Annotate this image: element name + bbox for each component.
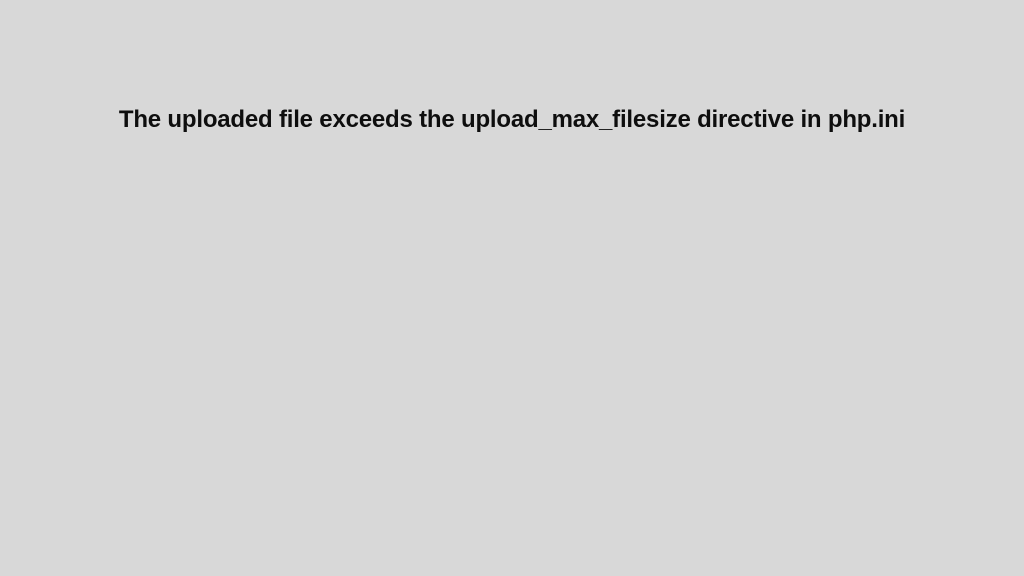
error-message: The uploaded file exceeds the upload_max…	[0, 106, 1024, 134]
page-container: The uploaded file exceeds the upload_max…	[0, 0, 1024, 576]
